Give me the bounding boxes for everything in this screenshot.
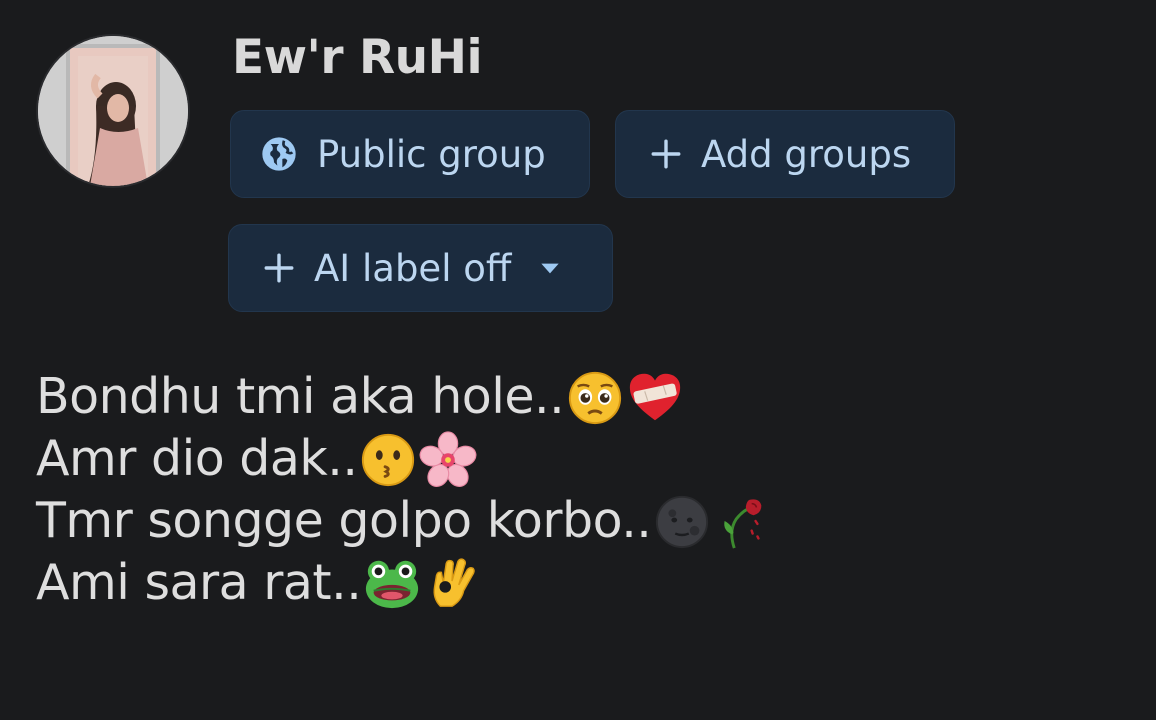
- cherry-blossom-emoji: [419, 430, 477, 488]
- mending-heart-emoji: [626, 368, 684, 426]
- public-group-label: Public group: [317, 132, 546, 176]
- ok-hand-emoji: [423, 554, 481, 612]
- caret-down-icon: [537, 255, 563, 281]
- plus-icon: [649, 137, 683, 171]
- post-card: Ew'r RuHi Public group Add groups AI lab…: [0, 0, 1156, 720]
- profile-avatar[interactable]: [38, 36, 188, 186]
- plus-icon: [262, 251, 296, 285]
- new-moon-face-emoji: [653, 492, 711, 550]
- post-text: Bondhu tmi aka hole.. Amr dio dak.. Tmr …: [36, 366, 771, 614]
- public-group-chip[interactable]: Public group: [230, 110, 590, 198]
- ai-label-text: AI label off: [314, 246, 512, 290]
- profile-photo-icon: [38, 36, 188, 186]
- ai-label-dropdown[interactable]: AI label off: [228, 224, 613, 312]
- post-line-text: Amr dio dak..: [36, 430, 358, 487]
- frog-emoji: [363, 554, 421, 612]
- post-line: Bondhu tmi aka hole..: [36, 366, 771, 428]
- post-line-text: Tmr songge golpo korbo..: [36, 492, 652, 549]
- pleading-face-emoji: [566, 368, 624, 426]
- add-groups-label: Add groups: [701, 132, 912, 176]
- post-line: Tmr songge golpo korbo..: [36, 490, 771, 552]
- profile-name[interactable]: Ew'r RuHi: [232, 30, 483, 85]
- post-line-text: Bondhu tmi aka hole..: [36, 368, 565, 425]
- kissing-face-emoji: [359, 430, 417, 488]
- add-groups-button[interactable]: Add groups: [615, 110, 955, 198]
- wilted-rose-emoji: [713, 492, 771, 550]
- post-line: Amr dio dak..: [36, 428, 771, 490]
- globe-icon: [259, 134, 299, 174]
- post-line: Ami sara rat..: [36, 552, 771, 614]
- post-line-text: Ami sara rat..: [36, 554, 362, 611]
